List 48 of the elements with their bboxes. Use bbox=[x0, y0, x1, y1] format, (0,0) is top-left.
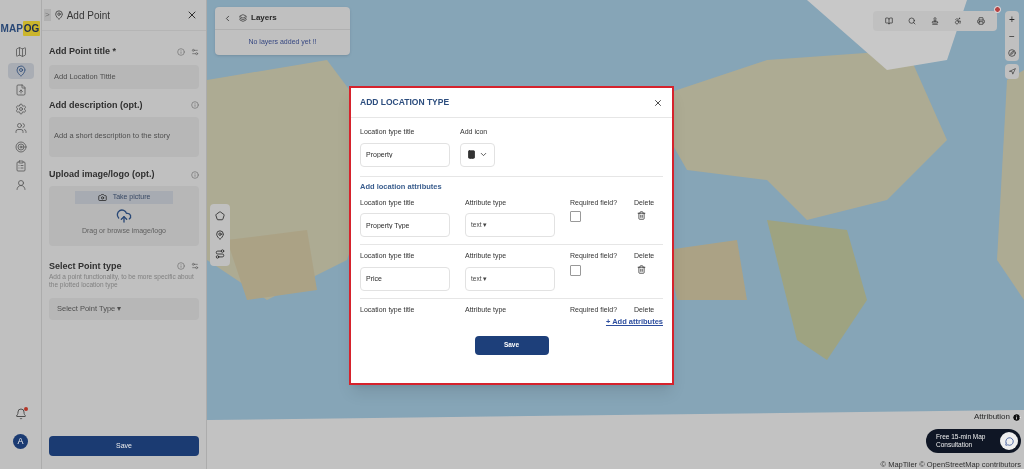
pin-icon bbox=[14, 65, 27, 77]
camera-icon bbox=[97, 192, 107, 202]
settings-icon[interactable] bbox=[191, 262, 199, 271]
settings-icon[interactable] bbox=[191, 47, 199, 56]
navigate-icon bbox=[1008, 68, 1016, 75]
person-icon[interactable] bbox=[954, 17, 963, 25]
delete-icon[interactable] bbox=[637, 211, 646, 221]
book-icon[interactable] bbox=[884, 17, 893, 25]
rail-item[interactable] bbox=[7, 63, 34, 79]
stamp-icon[interactable] bbox=[930, 17, 939, 25]
close-icon[interactable] bbox=[653, 97, 663, 108]
field-label: Add description (opt.) bbox=[49, 98, 144, 112]
avatar[interactable]: A bbox=[13, 434, 28, 449]
list-icon bbox=[14, 160, 27, 172]
user-icon bbox=[14, 179, 27, 191]
layers-icon bbox=[239, 14, 247, 22]
attribution-link[interactable]: Attribution bbox=[973, 411, 1010, 423]
search-icon[interactable] bbox=[907, 17, 916, 25]
panel-title: Add Point bbox=[66, 8, 111, 23]
pin-icon bbox=[53, 10, 64, 20]
icon-picker[interactable] bbox=[460, 142, 495, 167]
logo: MAPOG bbox=[0, 20, 41, 36]
field-label: Add Point title * bbox=[49, 45, 117, 58]
route-icon[interactable] bbox=[215, 249, 225, 260]
file-upload-icon bbox=[14, 84, 27, 96]
map-icon bbox=[14, 46, 27, 58]
field-label: Select Point type bbox=[49, 259, 123, 273]
pin-icon[interactable] bbox=[215, 230, 225, 240]
printer-icon[interactable] bbox=[977, 17, 986, 25]
zoom-out-button[interactable]: − bbox=[1009, 32, 1015, 42]
people-icon bbox=[14, 122, 27, 134]
delete-icon[interactable] bbox=[637, 264, 646, 274]
field-label: Upload image/logo (opt.) bbox=[49, 168, 156, 181]
back-icon[interactable] bbox=[223, 13, 232, 23]
cloud-upload-icon bbox=[116, 207, 132, 224]
chevron-down-icon bbox=[479, 150, 488, 159]
checkbox[interactable] bbox=[570, 211, 581, 223]
dialog-title: ADD LOCATION TYPE bbox=[360, 96, 451, 109]
layers-title: Layers bbox=[251, 12, 277, 24]
zoom-in-button[interactable]: + bbox=[1009, 14, 1015, 25]
checkbox[interactable] bbox=[570, 264, 581, 276]
gear-icon bbox=[14, 103, 27, 115]
bell-icon[interactable] bbox=[14, 408, 27, 420]
polygon-icon[interactable] bbox=[215, 210, 225, 221]
close-icon[interactable] bbox=[186, 9, 198, 21]
locate-button[interactable] bbox=[1005, 64, 1019, 79]
target-icon bbox=[14, 141, 27, 153]
chat-icon bbox=[1000, 432, 1018, 450]
